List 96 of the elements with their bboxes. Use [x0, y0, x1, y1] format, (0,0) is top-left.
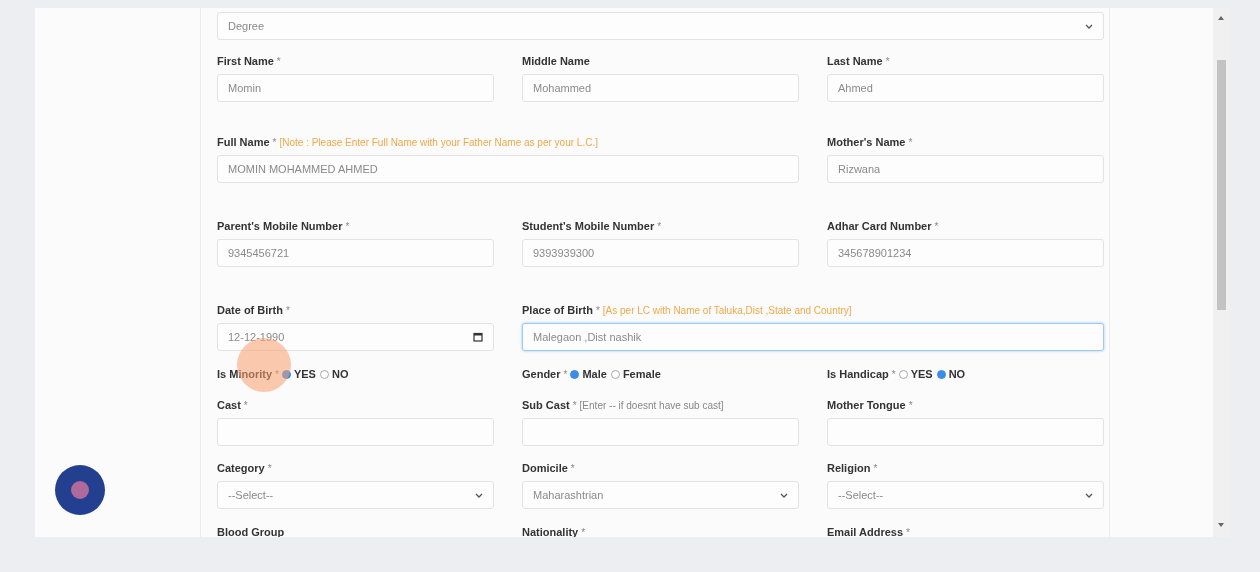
chevron-down-icon — [1085, 492, 1093, 498]
field-value: Malegaon ,Dist nashik — [533, 331, 642, 343]
select-field[interactable]: --Select-- — [217, 481, 494, 509]
radio-option-label[interactable]: YES — [910, 368, 933, 380]
field-value: Rizwana — [838, 163, 881, 175]
text-field[interactable] — [217, 418, 494, 446]
field-note: [Enter -- if doesnt have sub cast] — [579, 400, 724, 411]
required-asterisk: * — [572, 400, 577, 411]
required-asterisk: * — [891, 368, 896, 380]
text-field[interactable]: Malegaon ,Dist nashik — [522, 323, 1104, 351]
select-field[interactable]: Maharashtrian — [522, 481, 799, 509]
text-field[interactable]: Ahmed — [827, 74, 1104, 102]
select-value: --Select-- — [838, 489, 884, 501]
required-asterisk: * — [581, 527, 586, 537]
radio-button[interactable] — [936, 369, 946, 379]
chevron-down-icon — [475, 492, 483, 498]
field-label: Is Minority — [217, 368, 272, 380]
radio-option-label[interactable]: Male — [582, 368, 607, 380]
radio-button[interactable] — [570, 369, 580, 379]
field-value: 9345456721 — [228, 247, 290, 259]
calendar-icon[interactable] — [473, 332, 483, 342]
text-field[interactable]: MOMIN MOHAMMED AHMED — [217, 155, 799, 183]
date-field[interactable]: 12-12-1990 — [217, 323, 494, 351]
required-asterisk: * — [906, 527, 910, 537]
radio-button[interactable] — [281, 369, 291, 379]
chevron-down-icon — [780, 492, 788, 498]
text-field[interactable] — [827, 418, 1104, 446]
radio-option-label[interactable]: Female — [622, 368, 661, 380]
radio-button[interactable] — [319, 369, 329, 379]
field-value: Ahmed — [838, 82, 873, 94]
required-asterisk: * — [267, 463, 272, 474]
text-field[interactable]: 345678901234 — [827, 239, 1104, 267]
field-value: 345678901234 — [838, 247, 912, 259]
field-label: Category — [217, 462, 265, 474]
scroll-up-icon[interactable] — [1218, 16, 1224, 20]
select-value: Maharashtrian — [533, 489, 604, 501]
text-field[interactable]: Mohammed — [522, 74, 799, 102]
required-asterisk: * — [934, 221, 939, 232]
required-asterisk: * — [243, 400, 248, 411]
required-asterisk: * — [286, 305, 290, 316]
scroll-down-icon[interactable] — [1218, 523, 1224, 527]
required-asterisk: * — [885, 56, 890, 67]
radio-option-label[interactable]: NO — [948, 368, 966, 380]
required-asterisk: * — [595, 305, 600, 316]
text-field[interactable]: 9345456721 — [217, 239, 494, 267]
field-label: Place of Birth — [522, 304, 593, 316]
field-value: 9393939300 — [533, 247, 595, 259]
radio-button[interactable] — [898, 369, 908, 379]
text-field[interactable] — [522, 418, 799, 446]
required-asterisk: * — [908, 400, 913, 411]
required-asterisk: * — [657, 221, 662, 232]
field-value: MOMIN MOHAMMED AHMED — [228, 163, 378, 175]
field-label: Cast — [217, 399, 241, 411]
field-note: [Note : Please Enter Full Name with your Father Name as per your L.C.] — [279, 137, 598, 148]
field-label: Adhar Card Number — [827, 220, 932, 232]
scrollbar[interactable] — [1213, 8, 1230, 537]
select-value: Degree — [228, 20, 265, 32]
text-field[interactable]: Rizwana — [827, 155, 1104, 183]
required-asterisk: * — [275, 368, 279, 380]
scrollbar-thumb[interactable] — [1217, 60, 1226, 310]
required-asterisk: * — [908, 137, 913, 148]
date-value: 12-12-1990 — [228, 331, 285, 343]
field-label: Parent's Mobile Number — [217, 220, 343, 232]
field-label: Gender — [522, 368, 561, 380]
text-field[interactable]: Momin — [217, 74, 494, 102]
field-label: Is Handicap — [827, 368, 889, 380]
field-label: Religion — [827, 462, 871, 474]
floating-action-button[interactable] — [55, 465, 105, 515]
required-asterisk: * — [570, 463, 575, 474]
required-asterisk: * — [272, 137, 277, 148]
select-value: --Select-- — [228, 489, 274, 501]
field-label: Mother Tongue — [827, 399, 906, 411]
field-value: Momin — [228, 82, 261, 94]
field-label: Sub Cast — [522, 399, 570, 411]
field-label: Full Name — [217, 136, 270, 148]
field-label: Date of Birth — [217, 304, 283, 316]
required-asterisk: * — [345, 221, 350, 232]
radio-button[interactable] — [610, 369, 620, 379]
field-label: Mother's Name — [827, 136, 906, 148]
required-asterisk: * — [276, 56, 281, 67]
field-label: Student's Mobile Number — [522, 220, 655, 232]
select-field[interactable]: Degree — [217, 12, 1104, 40]
field-label: Domicile — [522, 462, 568, 474]
field-value: Mohammed — [533, 82, 592, 94]
required-asterisk: * — [873, 463, 878, 474]
radio-option-label[interactable]: YES — [293, 368, 316, 380]
field-note: [As per LC with Name of Taluka,Dist ,State and Country] — [602, 305, 852, 316]
required-asterisk: * — [563, 368, 568, 380]
radio-option-label[interactable]: NO — [331, 368, 349, 380]
select-field[interactable]: --Select-- — [827, 481, 1104, 509]
field-label: Middle Name — [522, 55, 590, 67]
chevron-down-icon — [1085, 23, 1093, 29]
field-label: Last Name — [827, 55, 883, 67]
field-label: First Name — [217, 55, 274, 67]
text-field[interactable]: 9393939300 — [522, 239, 799, 267]
field-label: Email Address — [827, 526, 903, 537]
